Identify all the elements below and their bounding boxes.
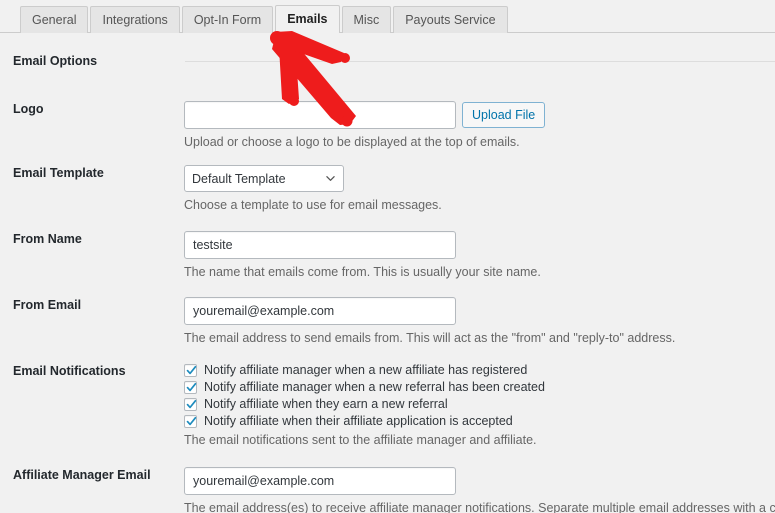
- from-email-label: From Email: [13, 298, 82, 312]
- checkbox-notify-manager-new-affiliate[interactable]: [184, 364, 197, 377]
- logo-description: Upload or choose a logo to be displayed …: [184, 135, 520, 149]
- tab-general[interactable]: General: [20, 6, 89, 33]
- checkbox-label: Notify affiliate manager when a new refe…: [204, 380, 545, 394]
- checkbox-row[interactable]: Notify affiliate when their affiliate ap…: [184, 414, 775, 429]
- from-name-label: From Name: [13, 232, 82, 246]
- email-template-label: Email Template: [13, 166, 104, 180]
- section-header-email-options: Email Options: [0, 54, 775, 68]
- from-name-input[interactable]: [184, 231, 456, 259]
- email-template-field-group: Default Template Choose a template to us…: [184, 165, 775, 213]
- settings-page: General Integrations Opt-In Form Emails …: [0, 0, 775, 513]
- checkbox-notify-manager-new-referral[interactable]: [184, 381, 197, 394]
- tab-misc[interactable]: Misc: [341, 6, 392, 33]
- logo-field-group: Upload File Upload or choose a logo to b…: [184, 101, 775, 150]
- checkbox-label: Notify affiliate when they earn a new re…: [204, 397, 448, 411]
- checkbox-label: Notify affiliate manager when a new affi…: [204, 363, 528, 377]
- upload-file-button[interactable]: Upload File: [462, 102, 546, 128]
- tab-opt-in-form[interactable]: Opt-In Form: [181, 6, 274, 33]
- logo-input[interactable]: [184, 101, 456, 129]
- tab-integrations[interactable]: Integrations: [90, 6, 180, 33]
- section-title: Email Options: [13, 54, 98, 68]
- tab-payouts-service[interactable]: Payouts Service: [393, 6, 508, 33]
- section-divider: [185, 60, 775, 62]
- email-notifications-description: The email notifications sent to the affi…: [184, 433, 537, 447]
- email-template-select[interactable]: Default Template: [184, 165, 344, 192]
- from-name-description: The name that emails come from. This is …: [184, 265, 541, 279]
- checkbox-row[interactable]: Notify affiliate when they earn a new re…: [184, 397, 775, 412]
- tab-emails[interactable]: Emails: [275, 5, 340, 33]
- affiliate-manager-email-input[interactable]: [184, 467, 456, 495]
- settings-tab-bar: General Integrations Opt-In Form Emails …: [0, 0, 775, 33]
- from-email-field-group: The email address to send emails from. T…: [184, 297, 775, 346]
- logo-label: Logo: [13, 102, 44, 116]
- checkbox-row[interactable]: Notify affiliate manager when a new affi…: [184, 363, 775, 378]
- affiliate-manager-email-label: Affiliate Manager Email: [13, 468, 151, 482]
- email-notifications-label: Email Notifications: [13, 364, 126, 378]
- email-notifications-field-group: Notify affiliate manager when a new affi…: [184, 363, 775, 448]
- checkbox-row[interactable]: Notify affiliate manager when a new refe…: [184, 380, 775, 395]
- from-name-field-group: The name that emails come from. This is …: [184, 231, 775, 280]
- affiliate-manager-email-description: The email address(es) to receive affilia…: [184, 501, 775, 513]
- email-template-description: Choose a template to use for email messa…: [184, 198, 442, 212]
- checkbox-notify-affiliate-new-referral[interactable]: [184, 398, 197, 411]
- from-email-input[interactable]: [184, 297, 456, 325]
- checkbox-label: Notify affiliate when their affiliate ap…: [204, 414, 513, 428]
- from-email-description: The email address to send emails from. T…: [184, 331, 676, 345]
- checkbox-notify-affiliate-application-accepted[interactable]: [184, 415, 197, 428]
- affiliate-manager-email-field-group: The email address(es) to receive affilia…: [184, 467, 775, 513]
